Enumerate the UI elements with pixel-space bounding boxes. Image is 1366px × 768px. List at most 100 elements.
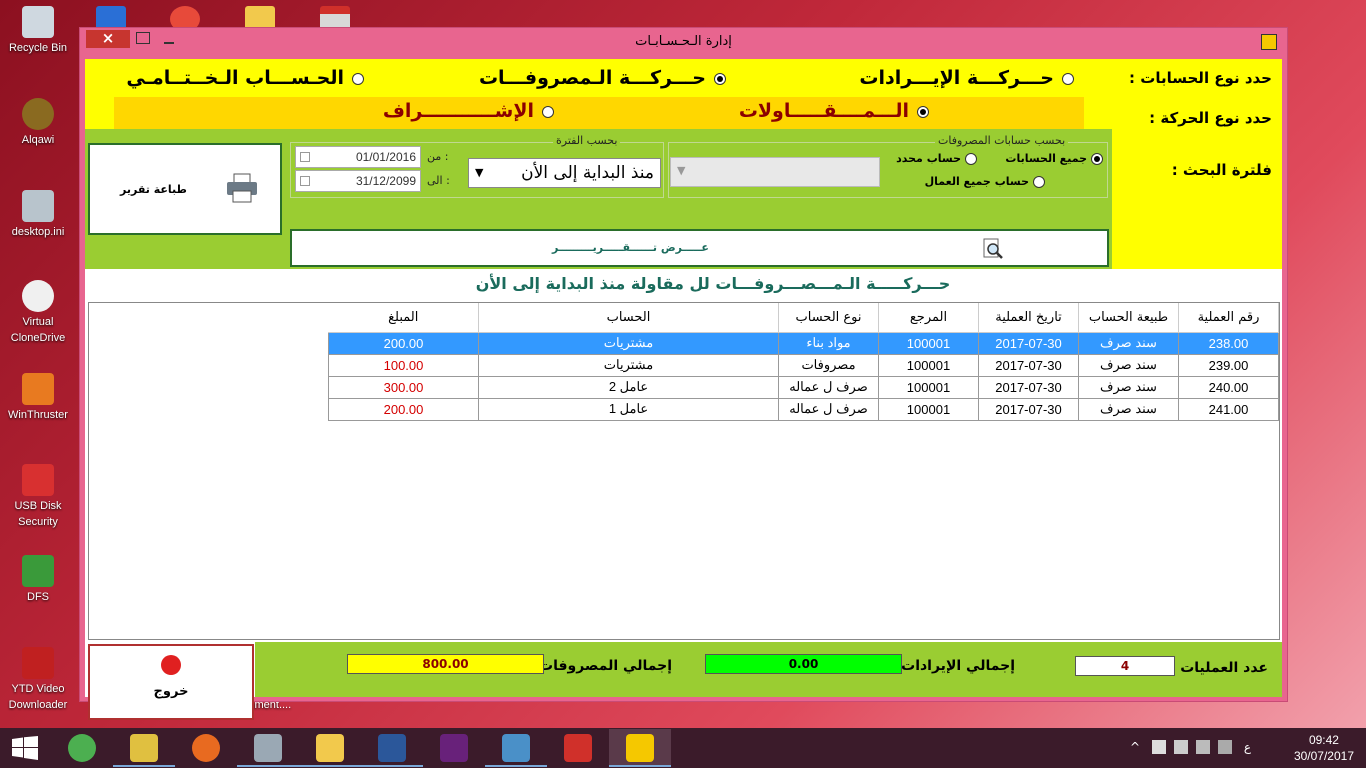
totals-panel: عدد العمليات 4 إجمالي الإيرادات 0.00 إجم… [255, 642, 1282, 697]
recycle-bin-icon[interactable]: Recycle Bin [0, 6, 76, 56]
print-report-button[interactable]: طباعة تقرير [88, 143, 282, 235]
desktop-icon-label: YTD Video Downloader [8, 683, 68, 711]
power-icon [161, 655, 181, 675]
column-header[interactable]: طبيعة الحساب [1078, 303, 1179, 333]
radio-supervision[interactable]: الإشـــــــــــراف [383, 100, 554, 122]
desktop-ini-icon[interactable]: desktop.ini [0, 190, 76, 240]
movement-row-edge [1084, 97, 1112, 129]
chevron-up-icon[interactable]: ^ [1130, 740, 1144, 754]
radio-label: حـــركـــة الإيـــرادات [859, 67, 1054, 89]
table-cell: 239.00 [1178, 353, 1279, 377]
volume-icon[interactable] [1218, 740, 1232, 754]
desktop-icon-label: DFS [27, 591, 49, 603]
table-cell: مشتريات [478, 353, 779, 377]
winthruster-icon[interactable]: WinThruster [0, 373, 76, 423]
revenue-value: 0.00 [705, 654, 902, 674]
column-header[interactable]: المرجع [878, 303, 979, 333]
flag-icon[interactable] [1152, 740, 1166, 754]
column-header[interactable]: تاريخ العملية [978, 303, 1079, 333]
account-type-label: حدد نوع الحسابات : [1129, 69, 1272, 87]
show-report-button[interactable]: عـــــرض تــــــقـــــريـــــــــر [290, 229, 1109, 267]
maximize-button[interactable] [136, 32, 150, 44]
chevron-down-icon: ▼ [475, 166, 484, 179]
radio-contracts[interactable]: الـــمــــقـــــاولات [739, 100, 929, 122]
taskbar-firefox[interactable] [175, 729, 237, 767]
show-report-label: عـــــرض تــــــقـــــريـــــــــر [552, 241, 709, 254]
radio-dot [965, 153, 977, 165]
transactions-table: رقم العملية طبيعة الحساب تاريخ العملية ا… [328, 303, 1279, 421]
period-select[interactable]: منذ البداية إلى الأن ▼ [468, 158, 661, 188]
exit-label: خروج [153, 684, 189, 699]
accounts-group-title: بحسب حسابات المصروفات [935, 134, 1069, 147]
radio-dot [714, 72, 726, 85]
chrome-icon [68, 734, 96, 762]
network-icon[interactable] [1174, 740, 1188, 754]
exit-button[interactable]: خروج [88, 644, 254, 720]
table-row[interactable]: 238.00 سند صرف 2017-07-30 100001 مواد بن… [328, 331, 1279, 355]
radio-final-account[interactable]: الحـســـاب الـخــتــامـي [126, 67, 364, 89]
table-cell-amount: 300.00 [328, 375, 479, 399]
shield-icon [22, 464, 54, 496]
minimize-button[interactable] [164, 42, 174, 44]
to-date-field[interactable]: 31/12/2099 [295, 170, 421, 192]
battery-icon[interactable] [1196, 740, 1210, 754]
taskbar-visual-studio[interactable] [423, 729, 485, 767]
radio-all-accounts[interactable]: جميع الحسابات [1005, 152, 1103, 165]
radio-dot [542, 105, 554, 118]
language-indicator[interactable]: ع [1244, 740, 1251, 754]
to-date-checkbox[interactable] [300, 176, 310, 186]
table-cell: 100001 [878, 331, 979, 355]
column-header[interactable]: الحساب [478, 303, 779, 333]
clock-date: 30/07/2017 [1293, 749, 1354, 763]
ytd-downloader-icon[interactable]: YTD Video Downloader [0, 647, 76, 713]
movement-type-label: حدد نوع الحركة : [1149, 109, 1272, 127]
radio-specific-account[interactable]: حساب محدد [896, 152, 977, 165]
to-date-value: 31/12/2099 [355, 174, 416, 188]
table-cell: عامل 2 [478, 375, 779, 399]
table-row[interactable]: 240.00 سند صرف 2017-07-30 100001 صرف ل ع… [328, 375, 1279, 399]
radio-label: جميع الحسابات [1005, 152, 1087, 165]
period-select-value: منذ البداية إلى الأن [521, 163, 654, 183]
dfs-icon[interactable]: DFS [0, 555, 76, 605]
from-date-field[interactable]: 01/01/2016 [295, 146, 421, 168]
usb-disk-security-icon[interactable]: USB Disk Security [0, 464, 76, 530]
tools-icon [130, 734, 158, 762]
alqawi-icon[interactable]: Alqawi [0, 98, 76, 148]
from-date-checkbox[interactable] [300, 152, 310, 162]
title-bar[interactable]: × إدارة الـحـسـابـات [80, 28, 1287, 55]
account-select[interactable]: ▼ [670, 157, 880, 187]
table-cell: سند صرف [1078, 353, 1179, 377]
table-cell: سند صرف [1078, 331, 1179, 355]
radio-all-workers[interactable]: حساب جميع العمال [925, 175, 1045, 188]
clock[interactable]: 09:42 30/07/2017 [1294, 732, 1354, 764]
chevron-down-icon: ▼ [677, 164, 686, 177]
radio-label: حـــركـــة الـمصروفـــات [478, 67, 706, 89]
close-button[interactable]: × [86, 30, 130, 48]
taskbar-control-panel[interactable] [485, 729, 547, 767]
radio-revenues[interactable]: حـــركـــة الإيـــرادات [859, 67, 1074, 89]
taskbar-calculator[interactable] [237, 729, 299, 767]
table-cell: مشتريات [478, 331, 779, 355]
accounts-group: بحسب حسابات المصروفات ▼ جميع الحسابات حس… [668, 134, 1108, 198]
taskbar-explorer[interactable] [299, 729, 361, 767]
transactions-grid[interactable]: رقم العملية طبيعة الحساب تاريخ العملية ا… [88, 302, 1280, 640]
taskbar-acrobat[interactable] [547, 729, 609, 767]
table-row[interactable]: 239.00 سند صرف 2017-07-30 100001 مصروفات… [328, 353, 1279, 377]
table-cell: مصروفات [778, 353, 879, 377]
taskbar-chrome[interactable] [51, 729, 113, 767]
taskbar-tools[interactable] [113, 729, 175, 767]
virtual-clonedrive-icon[interactable]: Virtual CloneDrive [0, 280, 76, 346]
radio-dot [352, 72, 364, 85]
taskbar-accounts-app[interactable] [609, 729, 671, 767]
column-header[interactable]: رقم العملية [1178, 303, 1279, 333]
table-cell: 2017-07-30 [978, 331, 1079, 355]
column-header[interactable]: المبلغ [328, 303, 479, 333]
from-date-value: 01/01/2016 [355, 150, 416, 164]
table-row[interactable]: 241.00 سند صرف 2017-07-30 100001 صرف ل ع… [328, 397, 1279, 421]
taskbar-word[interactable] [361, 729, 423, 767]
expenses-label: إجمالي المصروفات [539, 658, 672, 674]
radio-expenses[interactable]: حـــركـــة الـمصروفـــات [479, 67, 726, 89]
column-header[interactable]: نوع الحساب [778, 303, 879, 333]
report-heading: حـــركـــــة الـمـــصـــروفـــات لل مقاو… [313, 269, 1113, 299]
windows-start-icon[interactable] [12, 736, 38, 760]
